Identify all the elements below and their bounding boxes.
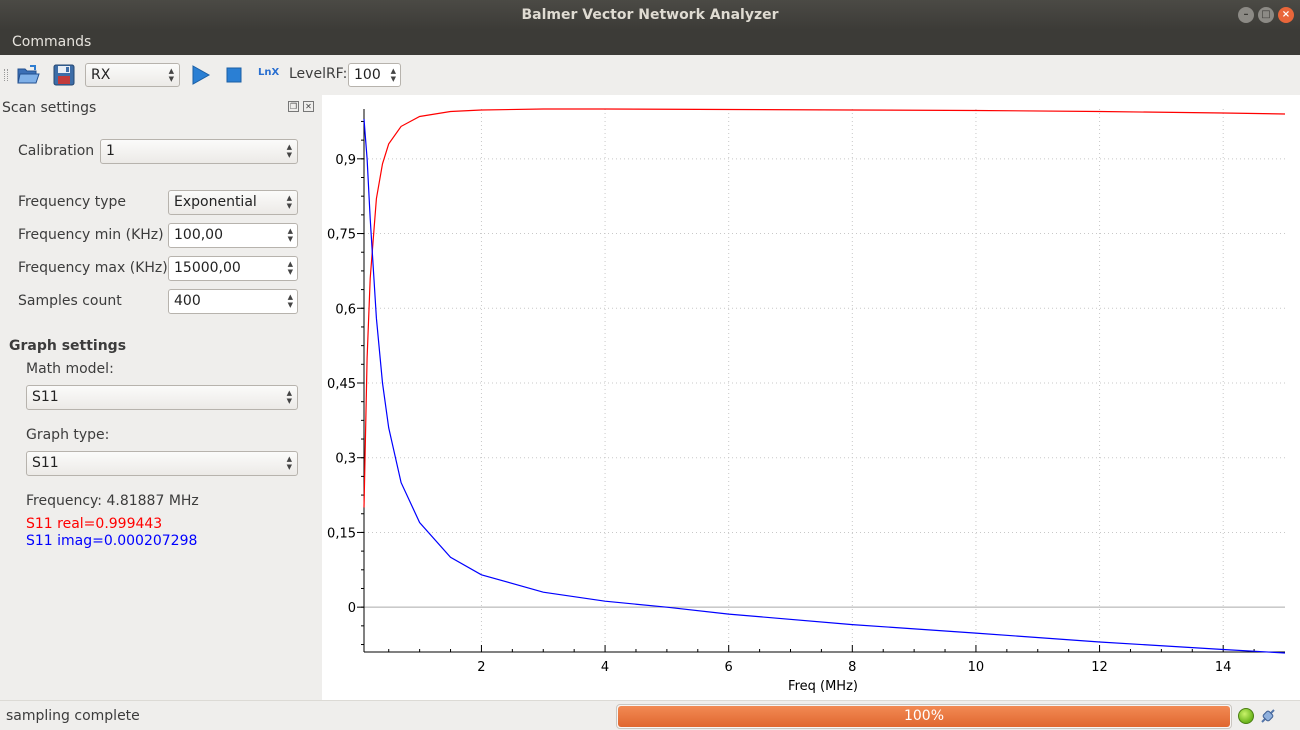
float-panel-icon[interactable]: ❐ — [288, 101, 299, 112]
x-tick-label: 10 — [968, 660, 985, 675]
chevron-updown-icon: ▲ ▼ — [168, 67, 174, 83]
level-rf-label: LevelRF: — [289, 66, 348, 82]
frequency-min-label: Frequency min (KHz) — [18, 227, 164, 243]
y-tick-label: 0,9 — [335, 153, 356, 168]
spin-arrows-icon[interactable]: ▲ ▼ — [288, 227, 293, 243]
y-tick-label: 0 — [348, 601, 356, 616]
chevron-updown-icon: ▲ ▼ — [286, 389, 292, 405]
status-led-icon — [1238, 708, 1254, 724]
status-bar: sampling complete 100% — [0, 700, 1300, 730]
y-tick-label: 0,15 — [327, 526, 356, 541]
menu-commands[interactable]: Commands — [12, 34, 91, 50]
graph-settings-heading: Graph settings — [9, 338, 127, 354]
y-tick-label: 0,75 — [327, 228, 356, 243]
chevron-updown-icon: ▲ ▼ — [286, 143, 292, 159]
stop-icon[interactable] — [222, 63, 246, 87]
calibration-value: 1 — [106, 143, 115, 159]
lnx-icon[interactable]: LnX — [258, 67, 279, 78]
chevron-updown-icon: ▲ ▼ — [286, 455, 292, 471]
open-folder-icon[interactable] — [16, 63, 40, 87]
close-button[interactable]: × — [1278, 7, 1294, 23]
s11-imag-readout: S11 imag=0.000207298 — [26, 533, 198, 549]
window-titlebar: Balmer Vector Network Analyzer – □ × — [0, 0, 1300, 30]
x-tick-label: 6 — [725, 660, 733, 675]
maximize-button[interactable]: □ — [1258, 7, 1274, 23]
chart-axes: 2 4 6 8 10 12 14 0 0,15 0,3 0,45 0,6 0,75 0,9 — [327, 109, 1285, 675]
level-rf-value: 100 — [354, 67, 381, 83]
frequency-type-label: Frequency type — [18, 194, 127, 210]
spin-arrows-icon[interactable]: ▲ ▼ — [288, 260, 293, 276]
graph-type-value: S11 — [32, 455, 59, 471]
chart-grid — [364, 109, 1285, 652]
samples-count-spinbox[interactable]: 400 ▲ ▼ — [168, 289, 298, 314]
connection-plug-icon[interactable] — [1259, 707, 1277, 725]
progress-label: 100% — [903, 708, 945, 724]
save-disk-icon[interactable] — [52, 63, 76, 87]
frequency-readout: Frequency: 4.81887 MHz — [26, 493, 199, 509]
x-tick-label: 8 — [848, 660, 856, 675]
samples-count-value: 400 — [174, 293, 201, 309]
x-axis-label: Freq (MHz) — [788, 679, 858, 694]
spin-arrows-icon[interactable]: ▲ ▼ — [391, 67, 396, 83]
toolbar-grip-handle[interactable] — [4, 69, 8, 81]
minimize-button[interactable]: – — [1238, 7, 1254, 23]
x-tick-label: 12 — [1091, 660, 1108, 675]
chevron-updown-icon: ▲ ▼ — [286, 194, 292, 210]
x-tick-label: 14 — [1215, 660, 1232, 675]
series-line-imag — [363, 118, 1286, 654]
progress-bar: 100% — [616, 704, 1232, 729]
frequency-max-label: Frequency max (KHz) — [18, 260, 168, 276]
x-tick-label: 4 — [601, 660, 609, 675]
chart-series — [363, 108, 1286, 654]
frequency-max-value: 15000,00 — [174, 260, 241, 276]
menu-bar: Commands — [0, 30, 1300, 55]
panel-title: Scan settings — [2, 100, 97, 116]
toolbar: RX ▲ ▼ LnX LevelRF: 100 ▲ ▼ — [0, 55, 1300, 95]
graph-type-select[interactable]: S11 ▲ ▼ — [26, 451, 298, 476]
frequency-type-value: Exponential — [174, 194, 257, 210]
frequency-max-spinbox[interactable]: 15000,00 ▲ ▼ — [168, 256, 298, 281]
mode-select[interactable]: RX ▲ ▼ — [85, 63, 180, 87]
calibration-select[interactable]: 1 ▲ ▼ — [100, 139, 298, 164]
status-text: sampling complete — [6, 708, 140, 724]
calibration-label: Calibration — [18, 143, 95, 159]
graph-type-label: Graph type: — [26, 427, 110, 443]
window-title: Balmer Vector Network Analyzer — [521, 7, 779, 23]
x-tick-label: 2 — [477, 660, 485, 675]
math-model-value: S11 — [32, 389, 59, 405]
y-tick-label: 0,3 — [335, 452, 356, 467]
s11-chart[interactable]: 2 4 6 8 10 12 14 0 0,15 0,3 0,45 0,6 0,75 0,9 Freq (M… — [322, 95, 1300, 700]
level-rf-spinbox[interactable]: 100 ▲ ▼ — [348, 63, 401, 87]
mode-select-value: RX — [91, 67, 111, 83]
y-tick-label: 0,6 — [335, 302, 356, 317]
s11-real-readout: S11 real=0.999443 — [26, 516, 163, 532]
scan-settings-panel: Scan settings ❐ ✕ Calibration 1 ▲ ▼ Frequ… — [0, 95, 322, 700]
math-model-label: Math model: — [26, 361, 114, 377]
frequency-min-spinbox[interactable]: 100,00 ▲ ▼ — [168, 223, 298, 248]
plot-area[interactable]: 2 4 6 8 10 12 14 0 0,15 0,3 0,45 0,6 0,75 0,9 Freq (M… — [322, 95, 1300, 700]
close-panel-icon[interactable]: ✕ — [303, 101, 314, 112]
frequency-min-value: 100,00 — [174, 227, 223, 243]
spin-arrows-icon[interactable]: ▲ ▼ — [288, 293, 293, 309]
frequency-type-select[interactable]: Exponential ▲ ▼ — [168, 190, 298, 215]
play-icon[interactable] — [188, 63, 212, 87]
y-tick-label: 0,45 — [327, 377, 356, 392]
samples-count-label: Samples count — [18, 293, 122, 309]
math-model-select[interactable]: S11 ▲ ▼ — [26, 385, 298, 410]
